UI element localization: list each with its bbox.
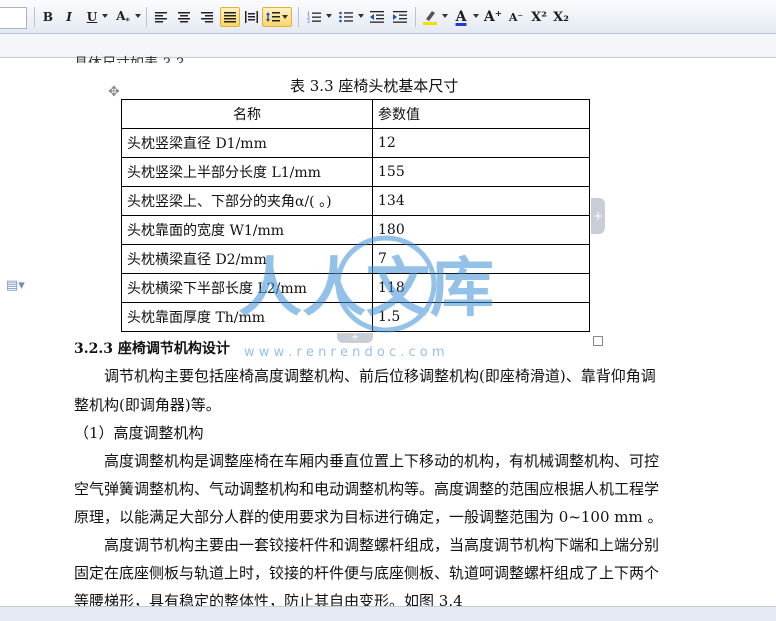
table-cell[interactable]: 155 xyxy=(372,157,590,187)
font-color-button[interactable]: A xyxy=(452,7,470,27)
char-style-icon: A* xyxy=(116,8,130,26)
toolbar-separator xyxy=(34,7,35,27)
table-move-handle-icon[interactable]: ✥ xyxy=(108,84,120,100)
font-size-input[interactable] xyxy=(0,7,27,29)
increase-indent-button[interactable] xyxy=(391,7,409,27)
highlight-button[interactable] xyxy=(421,7,439,27)
table-header-cell[interactable]: 名称 xyxy=(121,99,373,129)
align-center-icon xyxy=(178,11,190,22)
bullet-list-dropdown-caret[interactable] xyxy=(358,14,364,18)
table-row: 头枕竖梁直径 D1/mm 12 xyxy=(121,128,590,158)
cut-off-text-line: 具体尺寸如表 3.3 xyxy=(74,50,185,63)
decrease-indent-icon xyxy=(370,11,384,23)
renrendoc-watermark-logo: 人人文库 w w w . r e n r e n d o c . c o m xyxy=(238,235,494,360)
distributed-align-button[interactable] xyxy=(243,7,259,27)
add-column-handle[interactable]: + xyxy=(591,198,605,234)
table-header-cell[interactable]: 参数值 xyxy=(372,99,590,129)
toolbar-separator xyxy=(415,7,416,27)
formatting-toolbar: B I U A* 123 A A⁺ A⁻ X² X₂ xyxy=(0,0,776,34)
body-line: 调节机构主要包括座椅高度调整机构、前后位移调整机构(即座椅滑道)、靠背仰角调 xyxy=(104,367,656,385)
table-header-row: 名称 参数值 xyxy=(121,99,590,129)
bold-button[interactable]: B xyxy=(40,7,56,27)
highlighter-icon xyxy=(423,11,437,25)
decrease-indent-button[interactable] xyxy=(368,7,386,27)
section-heading: 3.2.3 座椅调节机构设计 xyxy=(74,341,230,357)
bullet-list-icon xyxy=(339,11,353,23)
body-line: 固定在底座侧板与轨道上时，铰接的杆件便与底座侧板、轨道呵调整螺杆组成了上下两个 xyxy=(74,564,660,582)
align-right-button[interactable] xyxy=(199,7,215,27)
font-color-dropdown-caret[interactable] xyxy=(473,14,479,18)
increase-indent-icon xyxy=(393,11,407,23)
paragraph-layout-icon[interactable]: ▤▾ xyxy=(6,278,25,293)
subheading: （1）高度调整机构 xyxy=(74,424,204,442)
bullet-list-button[interactable] xyxy=(337,7,355,27)
toolbar-separator xyxy=(146,7,147,27)
body-line: 空气弹簧调整机构、气动调整机构和电动调整机构等。高度调整的范围应根据人机工程学 xyxy=(74,480,660,498)
subscript-button[interactable]: X₂ xyxy=(552,7,570,27)
underline-dropdown-caret[interactable] xyxy=(102,14,108,18)
body-line: 高度调节机构主要由一套铰接杆件和调整螺杆组成，当高度调节机构下端和上端分别 xyxy=(104,536,660,554)
table-row: 头枕竖梁上、下部分的夹角α/( 。) 134 xyxy=(121,186,590,216)
table-resize-handle[interactable] xyxy=(593,336,603,346)
justify-button[interactable] xyxy=(220,7,240,27)
line-spacing-icon xyxy=(266,12,288,22)
bottom-drawing-toolbar xyxy=(0,606,776,621)
numbered-list-icon: 123 xyxy=(307,11,321,23)
table-cell[interactable]: 12 xyxy=(372,128,590,158)
superscript-button[interactable]: X² xyxy=(530,7,548,27)
align-right-icon xyxy=(201,11,213,22)
svg-text:3: 3 xyxy=(307,19,310,23)
distributed-align-icon xyxy=(244,11,258,23)
table-cell[interactable]: 134 xyxy=(372,186,590,216)
table-cell[interactable]: 头枕竖梁直径 D1/mm xyxy=(121,128,373,158)
table-caption: 表 3.3 座椅头枕基本尺寸 xyxy=(290,77,459,95)
table-row: 头枕竖梁上半部分长度 L1/mm 155 xyxy=(121,157,590,187)
char-style-dropdown-caret[interactable] xyxy=(135,14,141,18)
underline-button[interactable]: U xyxy=(84,7,100,27)
font-color-icon: A xyxy=(455,9,467,25)
char-border-button[interactable]: A* xyxy=(114,7,132,27)
plus-icon: + xyxy=(592,209,604,223)
align-left-icon xyxy=(155,11,167,22)
shrink-font-button[interactable]: A⁻ xyxy=(507,7,525,27)
numbered-list-dropdown-caret[interactable] xyxy=(326,14,332,18)
table-cell[interactable]: 头枕竖梁上半部分长度 L1/mm xyxy=(121,157,373,187)
toolbar-separator xyxy=(298,7,299,27)
align-center-button[interactable] xyxy=(176,7,192,27)
justify-icon xyxy=(224,11,236,22)
body-line: 整机构(即调角器)等。 xyxy=(74,396,221,414)
align-left-button[interactable] xyxy=(153,7,169,27)
grow-font-button[interactable]: A⁺ xyxy=(484,7,502,27)
italic-button[interactable]: I xyxy=(61,7,77,27)
line-spacing-button[interactable] xyxy=(262,7,292,27)
table-cell[interactable]: 头枕竖梁上、下部分的夹角α/( 。) xyxy=(121,186,373,216)
body-line: 原理，以能满足大部分人群的使用要求为目标进行确定，一般调整范围为 0~100 m… xyxy=(74,508,663,526)
highlight-dropdown-caret[interactable] xyxy=(442,14,448,18)
watermark-url-text: w w w . r e n r e n d o c . c o m xyxy=(244,345,445,360)
numbered-list-button[interactable]: 123 xyxy=(305,7,323,27)
watermark-brand-text: 人人文库 xyxy=(238,252,494,326)
body-line: 高度调整机构是调整座椅在车厢内垂直位置上下移动的机构，有机械调整机构、可控 xyxy=(104,452,660,470)
